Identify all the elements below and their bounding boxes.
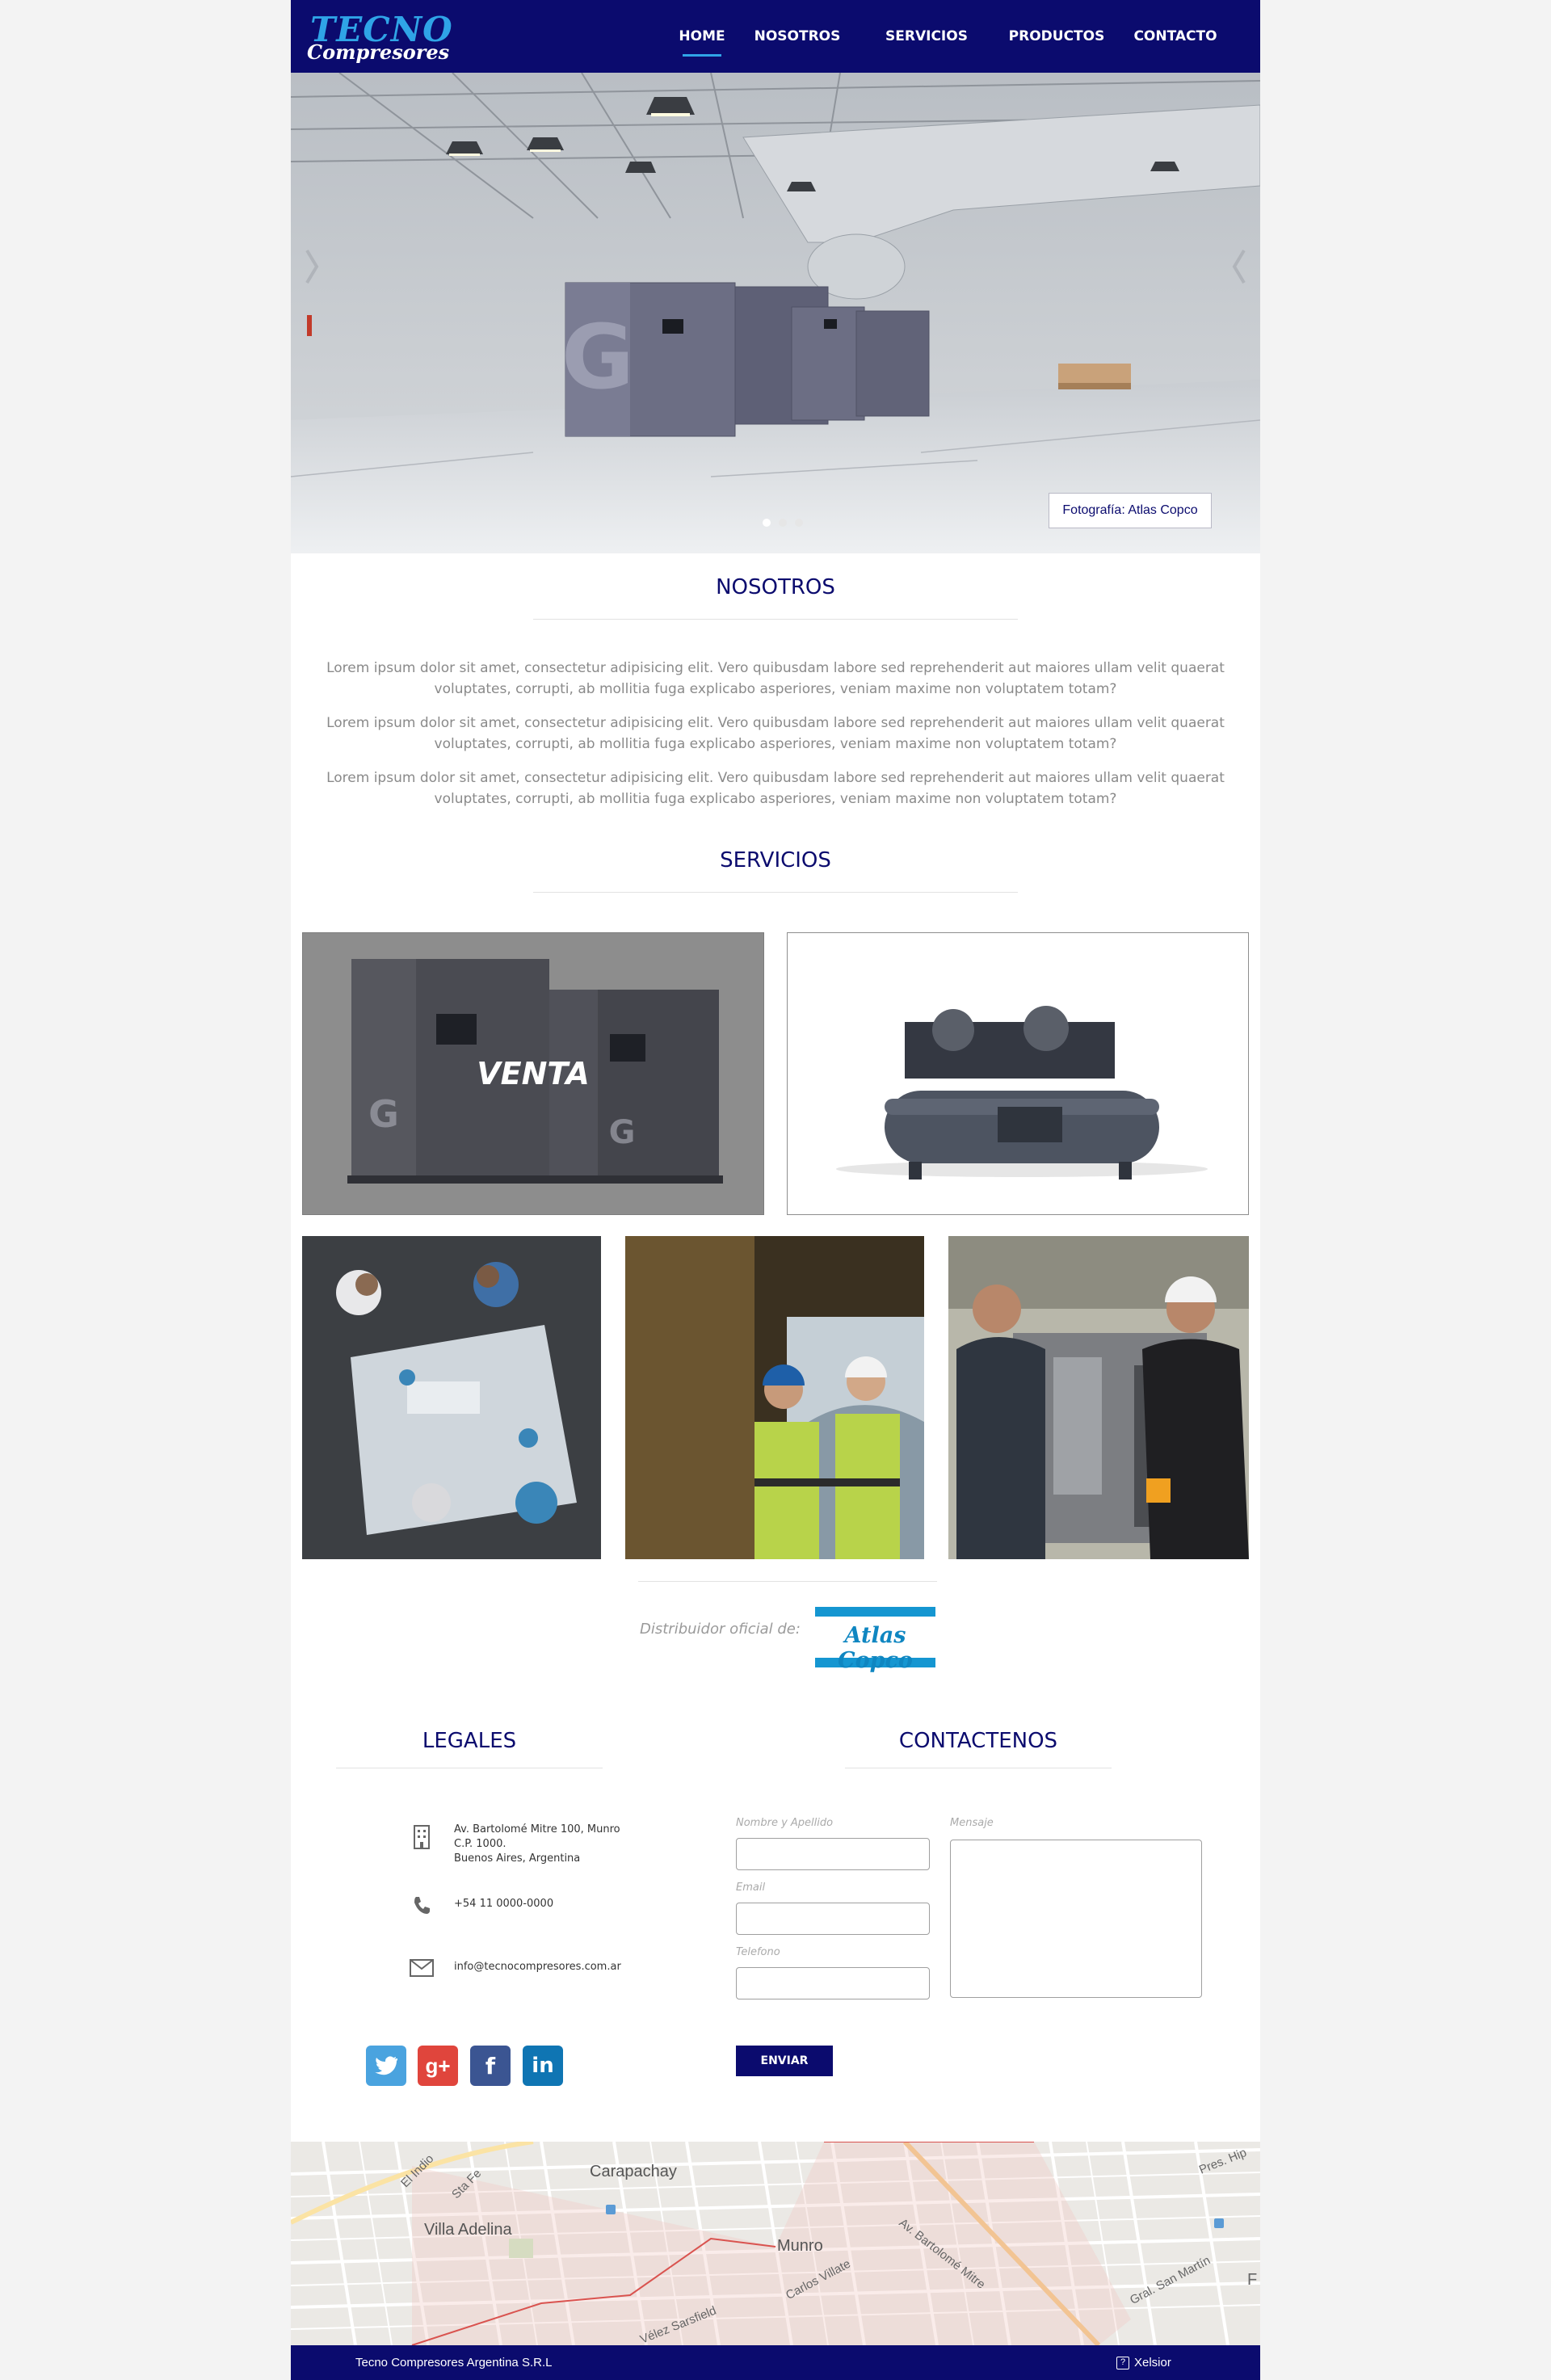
nosotros-divider (533, 619, 1018, 620)
envelope-icon (406, 1953, 438, 1983)
email-label: Email (736, 1882, 766, 1894)
email-text[interactable]: info@tecnocompresores.com.ar (454, 1953, 621, 1974)
name-input[interactable] (736, 1838, 930, 1870)
footer: Tecno Compresores Argentina S.R.L ? Xels… (291, 2345, 1260, 2380)
slider-dot-1[interactable] (763, 519, 771, 527)
map-label-villa-adelina: Villa Adelina (424, 2221, 512, 2239)
page: TECNO Compresores HOME NOSOTROS SERVICIO… (291, 0, 1260, 2380)
message-label: Mensaje (950, 1817, 994, 1829)
nosotros-paragraph-2: Lorem ipsum dolor sit amet, consectetur … (326, 715, 1225, 752)
footer-credit-text: Xelsior (1134, 2356, 1171, 2369)
servicios-divider (533, 892, 1018, 893)
map-label-f: F (1247, 2271, 1258, 2289)
map[interactable]: Carapachay Villa Adelina Munro El Indio … (291, 2142, 1260, 2345)
service-card-planning[interactable] (302, 1236, 601, 1559)
address-row: Av. Bartolomé Mitre 100, Munro C.P. 1000… (406, 1823, 620, 1866)
nav-item-home[interactable]: HOME (666, 0, 738, 73)
email-row: info@tecnocompresores.com.ar (406, 1953, 621, 1983)
hero-slider[interactable]: G Fotografía: Atlas Copco (291, 73, 1260, 553)
footer-company: Tecno Compresores Argentina S.R.L (355, 2356, 553, 2369)
svg-text:G: G (561, 305, 634, 409)
name-label: Nombre y Apellido (736, 1817, 834, 1829)
map-label-munro: Munro (777, 2237, 823, 2255)
nav-item-contacto[interactable]: CONTACTO (1131, 0, 1220, 73)
address-line-3: Buenos Aires, Argentina (454, 1852, 581, 1865)
distributor-divider (638, 1581, 937, 1582)
service-card-compressor[interactable] (787, 932, 1249, 1215)
twitter-button[interactable] (366, 2046, 406, 2086)
nosotros-paragraph-3: Lorem ipsum dolor sit amet, consectetur … (326, 770, 1225, 807)
atlas-copco-logo-text: Atlas Copco (838, 1623, 913, 1673)
service-card-maintenance[interactable] (948, 1236, 1249, 1559)
tank-compressor-image (788, 933, 1248, 1214)
google-plus-icon: g+ (425, 2053, 451, 2078)
send-button[interactable]: ENVIAR (736, 2046, 833, 2076)
logo[interactable]: TECNO Compresores (307, 8, 452, 65)
nav-item-nosotros[interactable]: NOSOTROS (751, 0, 843, 73)
email-input[interactable] (736, 1903, 930, 1935)
service-card-venta[interactable]: G G VENTA (302, 932, 764, 1215)
address-line-2: C.P. 1000. (454, 1838, 506, 1850)
phone-text[interactable]: +54 11 0000-0000 (454, 1890, 553, 1911)
nosotros-paragraph-1: Lorem ipsum dolor sit amet, consectetur … (326, 660, 1225, 697)
contact-title: CONTACTENOS (898, 1729, 1058, 1753)
building-icon (406, 1823, 438, 1852)
phone-input[interactable] (736, 1967, 930, 1999)
nav-item-servicios[interactable]: SERVICIOS (881, 0, 973, 73)
distributor-text: Distribuidor oficial de: (640, 1621, 801, 1638)
maintenance-image (948, 1236, 1249, 1559)
planning-meeting-image (302, 1236, 601, 1559)
phone-label: Telefono (736, 1946, 780, 1958)
footer-credit[interactable]: ? Xelsior (1116, 2345, 1171, 2380)
linkedin-icon: in (532, 2054, 554, 2078)
photo-credit: Fotografía: Atlas Copco (1049, 493, 1212, 528)
venta-label: VENTA (477, 1056, 590, 1091)
top-navbar: TECNO Compresores HOME NOSOTROS SERVICIO… (291, 0, 1260, 73)
message-textarea[interactable] (950, 1840, 1202, 1998)
address-text: Av. Bartolomé Mitre 100, Munro C.P. 1000… (454, 1823, 620, 1866)
map-label-carapachay: Carapachay (590, 2163, 677, 2180)
service-card-field-team[interactable] (625, 1236, 924, 1559)
facebook-icon: f (485, 2052, 496, 2079)
legales-title: LEGALES (422, 1729, 517, 1753)
logo-bottom-text: Compresores (307, 40, 450, 64)
phone-icon (406, 1890, 438, 1920)
slider-dot-2[interactable] (779, 519, 787, 527)
linkedin-button[interactable]: in (523, 2046, 563, 2086)
hero-image: G (291, 73, 1260, 553)
xelsior-icon: ? (1116, 2356, 1129, 2369)
servicios-title: SERVICIOS (720, 848, 831, 873)
nav-item-productos[interactable]: PRODUCTOS (1002, 0, 1112, 73)
field-team-image (625, 1236, 924, 1559)
slider-dot-3[interactable] (795, 519, 803, 527)
nosotros-title: NOSOTROS (716, 575, 835, 599)
address-line-1: Av. Bartolomé Mitre 100, Munro (454, 1823, 620, 1835)
map-streets (291, 2142, 1260, 2345)
twitter-icon (375, 2056, 397, 2075)
phone-row: +54 11 0000-0000 (406, 1890, 553, 1920)
atlas-copco-logo[interactable]: Atlas Copco (815, 1607, 935, 1673)
facebook-button[interactable]: f (470, 2046, 511, 2086)
google-plus-button[interactable]: g+ (418, 2046, 458, 2086)
